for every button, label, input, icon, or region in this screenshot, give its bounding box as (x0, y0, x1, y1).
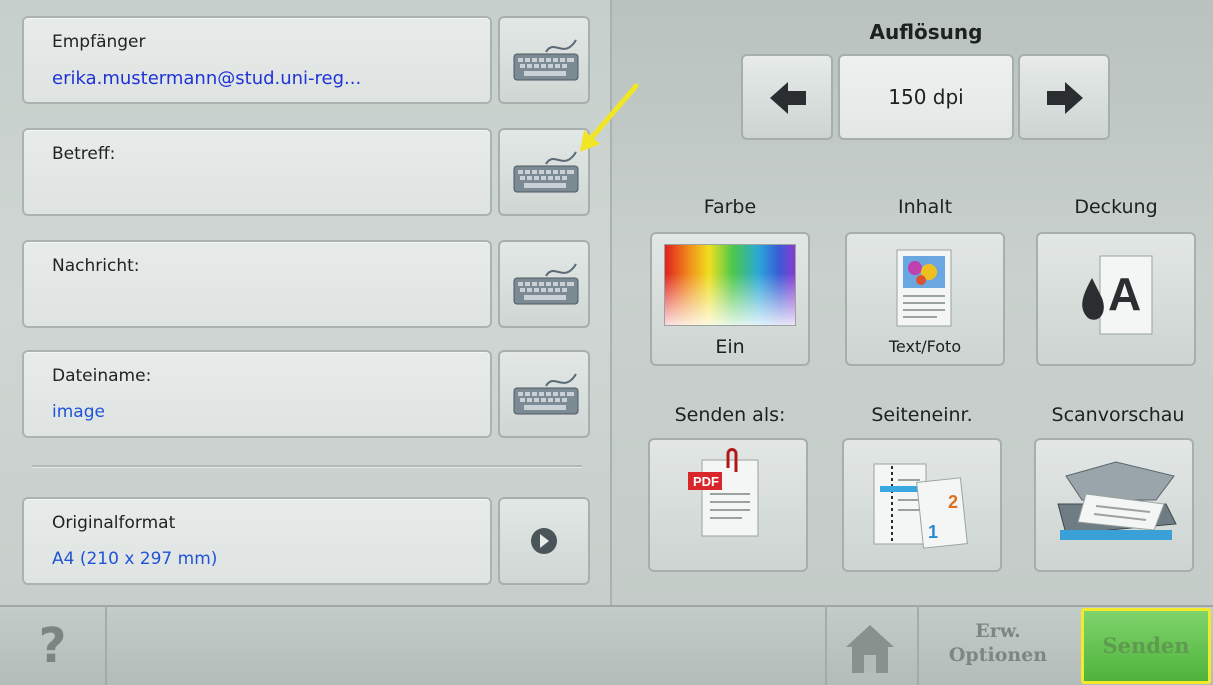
message-keyboard-button[interactable] (498, 240, 590, 328)
subject-keyboard-button[interactable] (498, 128, 590, 216)
send-as-tile[interactable]: PDF (648, 438, 808, 572)
original-format-field[interactable]: Originalformat A4 (210 x 297 mm) (22, 497, 492, 585)
recipient-field[interactable]: Empfänger erika.mustermann@stud.uni-reg.… (22, 16, 492, 104)
recipient-label: Empfänger (52, 32, 146, 52)
help-button[interactable]: ? (0, 605, 105, 685)
color-tile[interactable]: Ein (650, 232, 810, 366)
keyboard-icon (513, 151, 579, 193)
resolution-title: Auflösung (869, 20, 983, 44)
color-title: Farbe (703, 196, 757, 218)
page-number-2: 2 (948, 492, 958, 512)
content-title: Inhalt (897, 196, 953, 218)
advanced-options-button[interactable]: Erw. Optionen (918, 607, 1078, 685)
original-format-next-button[interactable] (498, 497, 590, 585)
page-number-1: 1 (928, 522, 938, 542)
page-setup-title: Seiteneinr. (871, 404, 973, 426)
color-value: Ein (715, 336, 745, 358)
message-field[interactable]: Nachricht: (22, 240, 492, 328)
filename-field[interactable]: Dateiname: image (22, 350, 492, 438)
coverage-icon: A (1082, 255, 1153, 335)
text-photo-icon (896, 249, 952, 327)
original-format-label: Originalformat (52, 513, 176, 533)
pdf-file-icon: PDF (688, 448, 759, 537)
keyboard-icon (513, 39, 579, 81)
send-button[interactable]: Senden (1081, 608, 1211, 684)
original-format-value: A4 (210 x 297 mm) (52, 549, 218, 569)
divider (32, 465, 582, 467)
scanner-icon (1057, 461, 1177, 540)
arrow-left-icon (770, 82, 806, 114)
circle-arrow-right-icon (531, 528, 557, 554)
page-setup-tile[interactable]: 2 1 (842, 438, 1002, 572)
filename-value: image (52, 402, 105, 422)
coverage-title: Deckung (1074, 196, 1158, 218)
subject-label: Betreff: (52, 144, 116, 164)
resolution-value: 150 dpi (838, 54, 1014, 140)
message-label: Nachricht: (52, 256, 140, 276)
coverage-tile[interactable]: A (1036, 232, 1196, 366)
resolution-decrease-button[interactable] (741, 54, 833, 140)
bottom-separator (105, 605, 107, 685)
home-icon (846, 625, 894, 673)
recipient-value: erika.mustermann@stud.uni-reg... (52, 68, 362, 89)
content-value: Text/Foto (888, 337, 962, 356)
scan-preview-title: Scanvorschau (1051, 404, 1185, 426)
home-button[interactable] (826, 607, 916, 685)
coverage-letter: A (1108, 268, 1141, 320)
subject-field[interactable]: Betreff: (22, 128, 492, 216)
arrow-right-icon (1047, 82, 1083, 114)
page-setup-icon: 2 1 (873, 463, 968, 549)
keyboard-icon (513, 373, 579, 415)
filename-label: Dateiname: (52, 366, 152, 386)
pdf-badge: PDF (693, 474, 719, 489)
content-tile[interactable]: Text/Foto (845, 232, 1005, 366)
recipient-keyboard-button[interactable] (498, 16, 590, 104)
advanced-options-line2: Optionen (948, 644, 1048, 666)
color-spectrum-icon (664, 244, 796, 326)
scan-preview-tile[interactable] (1034, 438, 1194, 572)
filename-keyboard-button[interactable] (498, 350, 590, 438)
send-as-title: Senden als: (674, 404, 786, 426)
keyboard-icon (513, 263, 579, 305)
advanced-options-line1: Erw. (975, 620, 1021, 642)
resolution-increase-button[interactable] (1018, 54, 1110, 140)
